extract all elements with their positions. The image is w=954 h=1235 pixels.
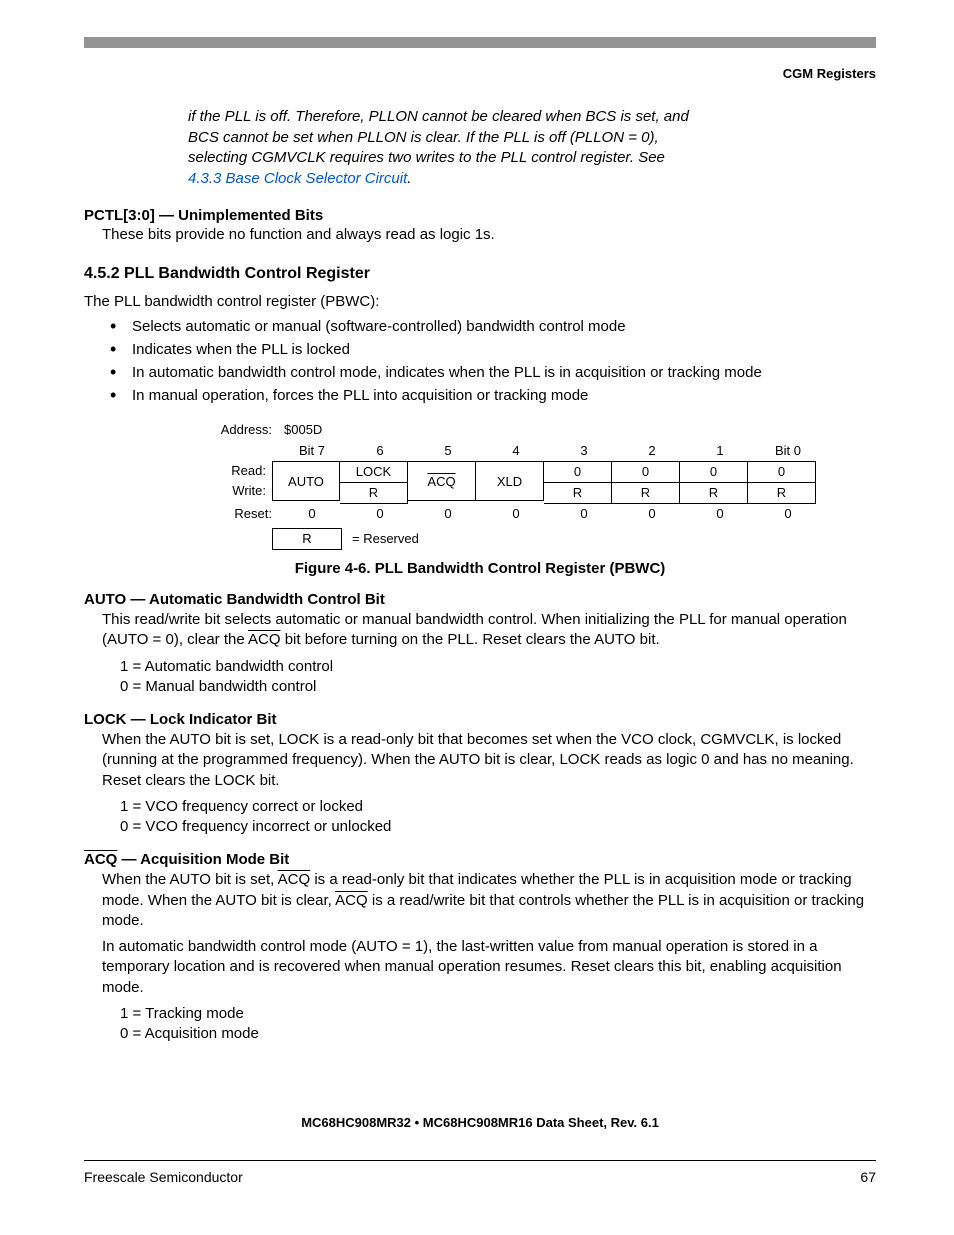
acq-body1: When the AUTO bit is set, ACQ is a read-… xyxy=(102,870,876,931)
bit1-read-0: 0 xyxy=(680,461,748,482)
pctl-body: These bits provide no function and alway… xyxy=(102,226,876,243)
reset-val: 0 xyxy=(346,504,414,524)
reset-val: 0 xyxy=(414,504,482,524)
section-bullets: Selects automatic or manual (software-co… xyxy=(84,318,876,404)
list-item: In automatic bandwidth control mode, ind… xyxy=(132,364,876,381)
reset-val: 0 xyxy=(754,504,822,524)
register-diagram: Address: $005D Bit 7 6 5 4 3 2 1 Bit 0 R… xyxy=(202,422,876,550)
auto-values: 1 = Automatic bandwidth control 0 = Manu… xyxy=(120,657,876,698)
reset-val: 0 xyxy=(278,504,346,524)
list-item: Selects automatic or manual (software-co… xyxy=(132,318,876,335)
acq-head: ACQ — Acquisition Mode Bit xyxy=(84,851,876,868)
page-number: 67 xyxy=(860,1169,876,1185)
lock-head: LOCK — Lock Indicator Bit xyxy=(84,711,876,728)
note-line2: BCS cannot be set when PLLON is clear. I… xyxy=(188,129,659,146)
bit3-read-0: 0 xyxy=(544,461,612,482)
bit-header: 6 xyxy=(346,441,414,461)
lock-values: 1 = VCO frequency correct or locked 0 = … xyxy=(120,797,876,838)
reset-val: 0 xyxy=(482,504,550,524)
reset-val: 0 xyxy=(618,504,686,524)
bit3-write-R: R xyxy=(544,482,612,504)
figure-caption: Figure 4-6. PLL Bandwidth Control Regist… xyxy=(84,560,876,577)
read-label: Read: xyxy=(202,461,272,481)
reset-val: 0 xyxy=(686,504,754,524)
note-link[interactable]: 4.3.3 Base Clock Selector Circuit xyxy=(188,170,407,187)
note-block: if the PLL is off. Therefore, PLLON cann… xyxy=(188,107,876,189)
bit5-acq: ACQ xyxy=(408,461,476,501)
bit0-read-0: 0 xyxy=(748,461,816,482)
note-line3: selecting CGMVCLK requires two writes to… xyxy=(188,149,665,166)
top-rule xyxy=(84,37,876,48)
vendor: Freescale Semiconductor xyxy=(84,1169,243,1185)
bit2-write-R: R xyxy=(612,482,680,504)
lock-body: When the AUTO bit is set, LOCK is a read… xyxy=(102,730,876,791)
addr-label: Address: xyxy=(202,422,278,437)
bit1-write-R: R xyxy=(680,482,748,504)
doc-rev: MC68HC908MR32 • MC68HC908MR16 Data Sheet… xyxy=(84,1115,876,1130)
bit-header: Bit 0 xyxy=(754,441,822,461)
footer: MC68HC908MR32 • MC68HC908MR16 Data Sheet… xyxy=(84,1115,876,1185)
bit-header: Bit 7 xyxy=(278,441,346,461)
addr-val: $005D xyxy=(278,422,322,437)
auto-head: AUTO — Automatic Bandwidth Control Bit xyxy=(84,591,876,608)
bit-header: 2 xyxy=(618,441,686,461)
note-line1: if the PLL is off. Therefore, PLLON cann… xyxy=(188,108,689,125)
section-title: 4.5.2 PLL Bandwidth Control Register xyxy=(84,265,876,283)
bit2-read-0: 0 xyxy=(612,461,680,482)
bit6-write-R: R xyxy=(340,482,408,504)
list-item: Indicates when the PLL is locked xyxy=(132,341,876,358)
pctl-head: PCTL[3:0] — Unimplemented Bits xyxy=(84,207,876,224)
acq-values: 1 = Tracking mode 0 = Acquisition mode xyxy=(120,1004,876,1045)
bit6-read-lock: LOCK xyxy=(340,461,408,482)
bit7-auto: AUTO xyxy=(272,461,340,501)
bit4-xld: XLD xyxy=(476,461,544,501)
row-label-empty xyxy=(202,441,278,461)
legend-text: = Reserved xyxy=(342,528,419,550)
reset-val: 0 xyxy=(550,504,618,524)
bit0-write-R: R xyxy=(748,482,816,504)
page: CGM Registers if the PLL is off. Therefo… xyxy=(0,0,954,1235)
auto-body: This read/write bit selects automatic or… xyxy=(102,610,876,651)
bit-header: 3 xyxy=(550,441,618,461)
bit-header: 4 xyxy=(482,441,550,461)
section-intro: The PLL bandwidth control register (PBWC… xyxy=(84,293,876,310)
list-item: In manual operation, forces the PLL into… xyxy=(132,387,876,404)
note-period: . xyxy=(407,170,411,187)
bit-header: 1 xyxy=(686,441,754,461)
reset-label: Reset: xyxy=(202,504,278,524)
bit-header: 5 xyxy=(414,441,482,461)
legend-rbox: R xyxy=(272,528,342,550)
acq-body2: In automatic bandwidth control mode (AUT… xyxy=(102,937,876,998)
write-label: Write: xyxy=(202,481,272,501)
header-section: CGM Registers xyxy=(84,66,876,81)
